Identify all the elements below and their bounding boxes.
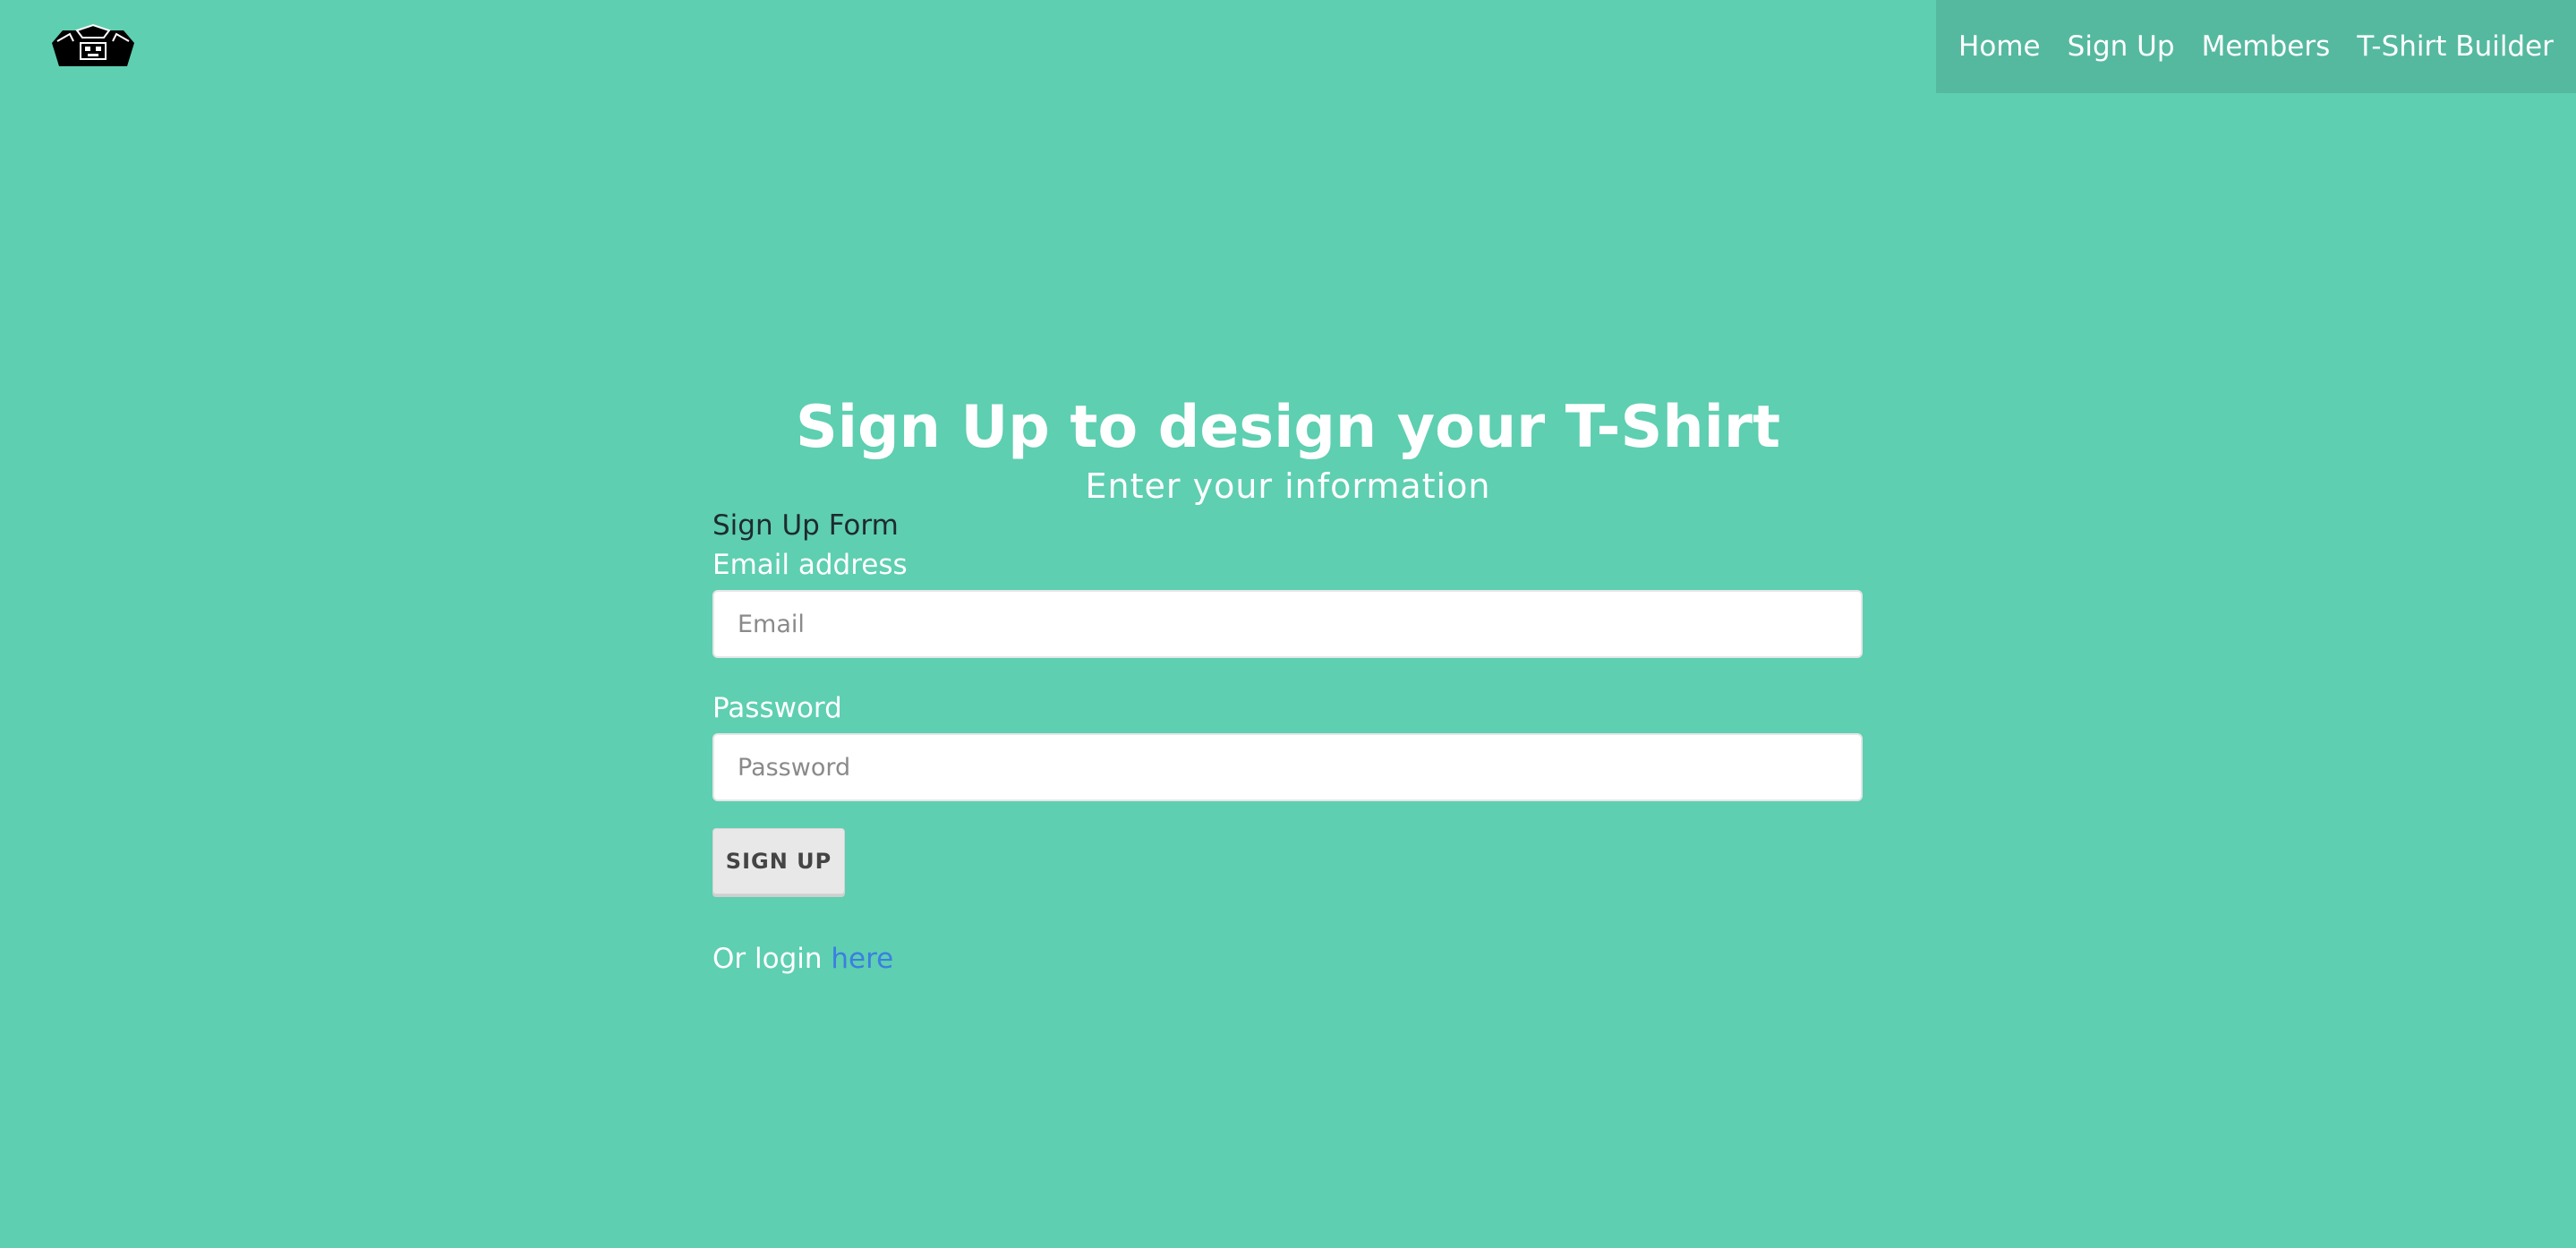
nav-menu: Home Sign Up Members T-Shirt Builder <box>1936 0 2576 93</box>
signup-button[interactable]: SIGN UP <box>712 828 845 894</box>
login-prefix-text: Or login <box>712 943 823 975</box>
nav-link-home[interactable]: Home <box>1958 30 2041 63</box>
page-subtitle: Enter your information <box>1085 466 1491 506</box>
nav-link-tshirt-builder[interactable]: T-Shirt Builder <box>2357 30 2554 63</box>
tshirt-logo-icon[interactable] <box>50 21 136 73</box>
page-title: Sign Up to design your T-Shirt <box>795 394 1781 461</box>
password-label: Password <box>712 692 842 724</box>
signup-form: Sign Up Form Email address Password SIGN… <box>712 506 1863 979</box>
login-prompt: Or login here <box>712 939 1863 979</box>
login-link[interactable]: here <box>831 943 893 975</box>
password-field[interactable] <box>712 733 1863 801</box>
nav-link-signup[interactable]: Sign Up <box>2068 30 2175 63</box>
navbar: Home Sign Up Members T-Shirt Builder <box>0 0 2576 93</box>
form-heading: Sign Up Form <box>712 509 899 542</box>
email-label: Email address <box>712 549 908 581</box>
hero: Sign Up to design your T-Shirt Enter you… <box>0 392 2576 509</box>
email-field[interactable] <box>712 590 1863 658</box>
nav-link-members[interactable]: Members <box>2202 30 2331 63</box>
